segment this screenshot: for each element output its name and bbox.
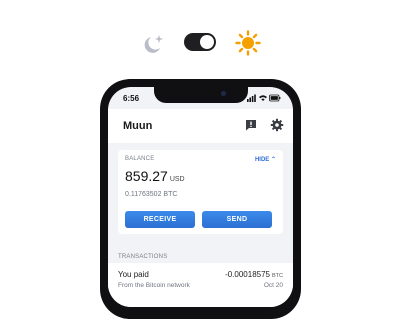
balance-btc: 0.11763502 BTC: [125, 191, 178, 198]
balance-value: 859.27: [125, 168, 168, 184]
moon-stars-icon[interactable]: [140, 31, 166, 57]
transactions-label: TRANSACTIONS: [118, 254, 168, 260]
gear-icon[interactable]: [270, 118, 284, 132]
chat-feedback-icon[interactable]: [244, 118, 258, 132]
front-camera: [221, 91, 226, 96]
transaction-row[interactable]: You paid From the Bitcoin network -0.000…: [108, 263, 293, 307]
transaction-title: You paid: [118, 270, 149, 279]
chevron-up-icon: ⌃: [270, 157, 276, 163]
theme-toggle[interactable]: [184, 33, 216, 51]
theme-switcher: [0, 26, 400, 62]
app-bar: Muun: [108, 109, 293, 143]
balance-label: BALANCE: [125, 156, 155, 162]
transaction-subtitle: From the Bitcoin network: [118, 282, 190, 289]
signal-wifi-battery-icon: [247, 94, 281, 102]
transaction-date: Oct 20: [263, 282, 283, 289]
status-time: 6:56: [123, 94, 140, 103]
phone-notch: [154, 87, 248, 103]
hide-balance-button[interactable]: HIDE ⌃: [255, 156, 276, 163]
phone-screen: 6:56 Muun BALANCE HIDE ⌃ 859.27 USD 0.11…: [108, 87, 293, 307]
transaction-unit: BTC: [272, 273, 283, 279]
transaction-amount: -0.00018575 BTC: [225, 270, 283, 279]
toggle-knob: [200, 35, 214, 49]
hide-label: HIDE: [254, 157, 270, 163]
transaction-value: -0.00018575: [225, 270, 270, 279]
balance-amount: 859.27 USD: [125, 168, 185, 184]
balance-card: BALANCE HIDE ⌃ 859.27 USD 0.11763502 BTC …: [118, 150, 283, 234]
send-button[interactable]: SEND: [202, 211, 272, 228]
receive-button[interactable]: RECEIVE: [125, 211, 195, 228]
sun-icon[interactable]: [234, 29, 262, 57]
balance-currency: USD: [169, 176, 185, 183]
app-title: Muun: [123, 120, 153, 132]
